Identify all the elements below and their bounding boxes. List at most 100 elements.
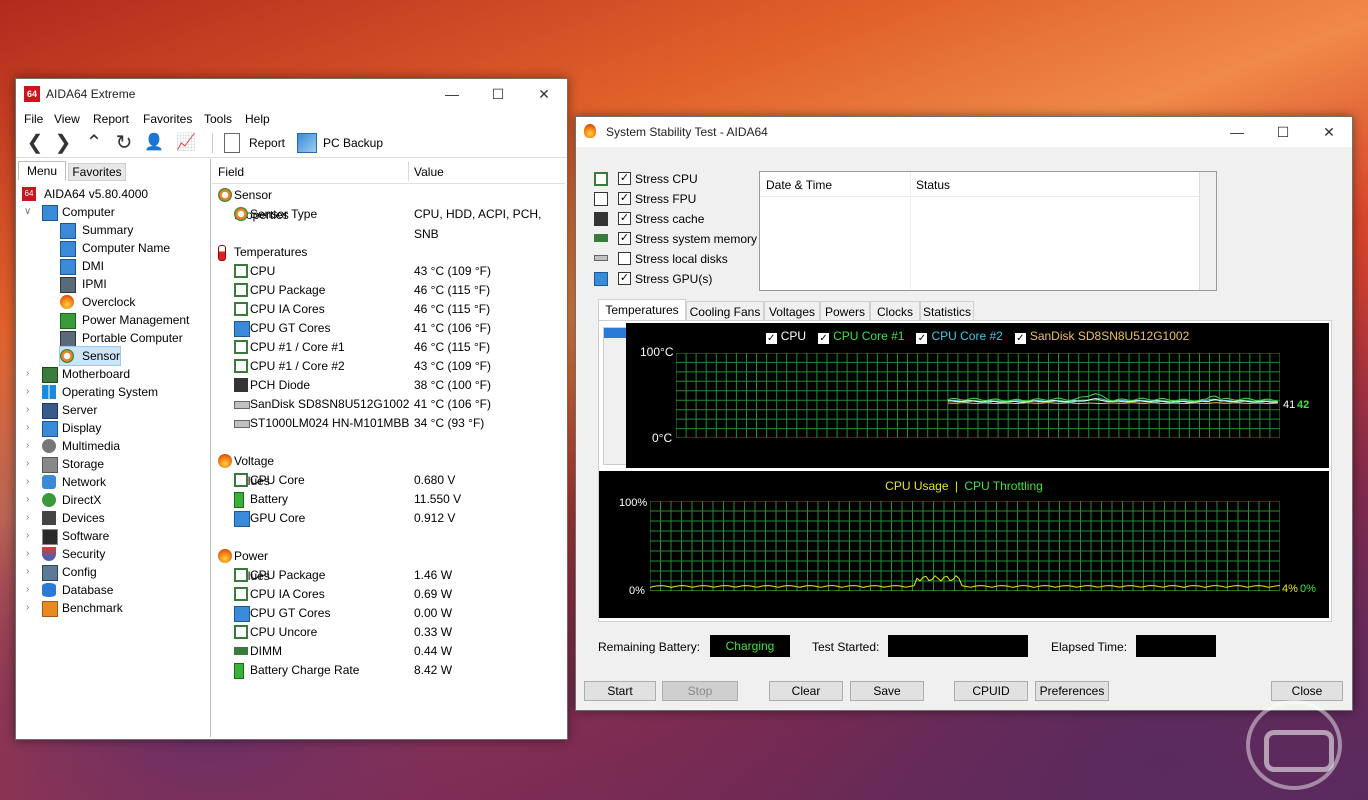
cpuid-button[interactable]: CPUID [954,681,1028,701]
expand-icon[interactable]: › [26,491,36,509]
log-col-date[interactable]: Date & Time [766,178,832,192]
tab-temperatures[interactable]: Temperatures [598,299,686,321]
tab-clocks[interactable]: Clocks [870,301,920,321]
clear-button[interactable]: Clear [769,681,843,701]
forward-icon[interactable]: ❯ [52,132,74,154]
legend-checkbox[interactable]: ✓ [1014,333,1026,344]
expand-icon[interactable]: › [26,545,36,563]
stress-fpu-checkbox[interactable]: ✓ [618,192,631,205]
sensor-field: CPU #1 / Core #2 [250,359,345,373]
sensor-row[interactable]: ST1000LM024 HN-M101MBB 34 °C (93 °F) [234,413,564,433]
expand-icon[interactable]: › [26,563,36,581]
menu-tools[interactable]: Tools [204,112,232,126]
sst-close-button[interactable]: ✕ [1306,117,1352,147]
sst-maximize-button[interactable]: ☐ [1260,117,1306,147]
legend-checkbox[interactable]: ✓ [765,333,777,344]
sensor-row[interactable]: Sensor Type CPU, HDD, ACPI, PCH, SNB [234,204,564,241]
column-field[interactable]: Field [218,165,244,179]
expand-icon[interactable]: › [26,419,36,437]
sensor-row[interactable]: CPU Core 0.680 V [234,470,564,490]
sensor-row[interactable]: CPU IA Cores 46 °C (115 °F) [234,299,564,319]
legend-checkbox[interactable]: ✓ [916,333,928,344]
stress-memory-option[interactable]: ✓ Stress system memory [594,231,764,249]
sensor-row[interactable]: CPU IA Cores 0.69 W [234,584,564,604]
expand-icon[interactable]: › [26,527,36,545]
expand-icon[interactable]: › [26,473,36,491]
stress-fpu-option[interactable]: ✓ Stress FPU [594,191,764,209]
stress-disks-checkbox[interactable] [618,252,631,265]
sensor-row[interactable]: PCH Diode 38 °C (100 °F) [234,375,564,395]
sensor-row[interactable]: SanDisk SD8SN8U512G1002 41 °C (106 °F) [234,394,564,414]
sensor-row[interactable]: DIMM 0.44 W [234,641,564,661]
temp-legend-item[interactable]: ✓ CPU [765,329,806,344]
temp-legend-item[interactable]: ✓ CPU Core #2 [916,329,1003,344]
stress-cache-option[interactable]: ✓ Stress cache [594,211,764,229]
expand-icon[interactable]: › [26,581,36,599]
menu-help[interactable]: Help [245,112,270,126]
expand-icon[interactable]: › [26,455,36,473]
stress-cpu-option[interactable]: ✓ Stress CPU [594,171,764,189]
stress-gpu-option[interactable]: ✓ Stress GPU(s) [594,271,764,289]
temp-legend-item[interactable]: ✓ CPU Core #1 [818,329,904,344]
menu-favorites[interactable]: Favorites [143,112,192,126]
sensor-row[interactable]: CPU #1 / Core #1 46 °C (115 °F) [234,337,564,357]
sensor-row[interactable]: Battery 11.550 V [234,489,564,509]
expand-icon[interactable]: › [26,437,36,455]
log-col-status[interactable]: Status [916,178,950,192]
aida64-titlebar[interactable]: 64 AIDA64 Extreme — ☐ ✕ [16,79,567,109]
tab-menu[interactable]: Menu [18,161,66,180]
sensor-row[interactable]: CPU GT Cores 0.00 W [234,603,564,623]
maximize-button[interactable]: ☐ [475,79,521,109]
collapse-icon[interactable]: ∨ [24,203,34,221]
tree-item-sensor[interactable]: Sensor [59,346,121,366]
expand-icon[interactable]: › [26,365,36,383]
up-icon[interactable]: ⌃ [82,132,106,154]
expand-icon[interactable]: › [26,599,36,617]
sensor-row[interactable]: Battery Charge Rate 8.42 W [234,660,564,680]
sensor-scroll-list[interactable] [603,327,627,465]
stop-button[interactable]: Stop [662,681,738,701]
column-value[interactable]: Value [414,165,444,179]
temp-legend-item[interactable]: ✓ SanDisk SD8SN8U512G1002 [1014,329,1189,344]
sst-minimize-button[interactable]: — [1214,117,1260,147]
expand-icon[interactable]: › [26,401,36,419]
menu-report[interactable]: Report [93,112,129,126]
stress-gpu-checkbox[interactable]: ✓ [618,272,631,285]
stress-disks-option[interactable]: Stress local disks [594,251,764,269]
user-icon[interactable]: 👤 [142,132,166,154]
log-scrollbar[interactable] [1199,172,1216,290]
sensor-row[interactable]: CPU Package 1.46 W [234,565,564,585]
back-icon[interactable]: ❮ [24,132,46,154]
legend-checkbox[interactable]: ✓ [818,333,830,344]
stress-cache-checkbox[interactable]: ✓ [618,212,631,225]
preferences-button[interactable]: Preferences [1035,681,1109,701]
report-button[interactable]: Report [249,136,285,150]
save-button[interactable]: Save [850,681,924,701]
chart-icon[interactable]: 📈 [174,132,198,154]
usage-legend-throttle: CPU Throttling [964,479,1043,493]
tab-cooling-fans[interactable]: Cooling Fans [686,301,764,321]
stress-cpu-checkbox[interactable]: ✓ [618,172,631,185]
sensor-row[interactable]: CPU Uncore 0.33 W [234,622,564,642]
tab-favorites[interactable]: Favorites [68,163,126,181]
pc-backup-button[interactable]: PC Backup [323,136,383,150]
tab-statistics[interactable]: Statistics [920,301,974,321]
sensor-row[interactable]: CPU #1 / Core #2 43 °C (109 °F) [234,356,564,376]
expand-icon[interactable]: › [26,509,36,527]
tab-voltages[interactable]: Voltages [764,301,820,321]
sensor-row[interactable]: CPU Package 46 °C (115 °F) [234,280,564,300]
minimize-button[interactable]: — [429,79,475,109]
menu-file[interactable]: File [24,112,43,126]
start-button[interactable]: Start [584,681,656,701]
stress-memory-checkbox[interactable]: ✓ [618,232,631,245]
sst-titlebar[interactable]: System Stability Test - AIDA64 — ☐ ✕ [576,117,1352,147]
close-test-button[interactable]: Close [1271,681,1343,701]
tab-powers[interactable]: Powers [820,301,870,321]
sensor-row[interactable]: CPU 43 °C (109 °F) [234,261,564,281]
sensor-row[interactable]: GPU Core 0.912 V [234,508,564,528]
menu-view[interactable]: View [54,112,80,126]
sensor-row[interactable]: CPU GT Cores 41 °C (106 °F) [234,318,564,338]
expand-icon[interactable]: › [26,383,36,401]
close-button[interactable]: ✕ [521,79,567,109]
refresh-icon[interactable]: ↻ [112,132,136,154]
